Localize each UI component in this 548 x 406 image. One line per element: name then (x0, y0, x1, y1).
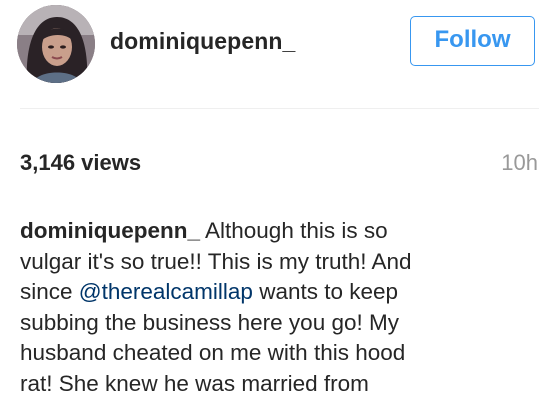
header-divider (20, 108, 539, 109)
caption-line-5: husband cheated on me with this hood (20, 340, 406, 365)
avatar[interactable] (17, 5, 95, 83)
caption-text: wants to keep (252, 279, 399, 304)
caption-text: since (20, 279, 79, 304)
caption-line-3: since @therealcamillap wants to keep (20, 277, 530, 308)
post-timestamp: 10h (501, 150, 538, 175)
follow-button[interactable]: Follow (410, 16, 535, 66)
post-header: dominiquepenn_ Follow (0, 0, 548, 108)
caption-line-1: dominiquepenn_ Although this is so (20, 216, 530, 247)
caption-author-link[interactable]: dominiquepenn_ (20, 218, 200, 243)
caption-text: Although this is so (200, 218, 388, 243)
mention-link[interactable]: @therealcamillap (79, 279, 253, 304)
caption-line-6: rat! She knew he was married from (20, 370, 369, 396)
username-link[interactable]: dominiquepenn_ (110, 28, 295, 55)
caption-line-2: vulgar it's so true!! This is my truth! … (20, 248, 412, 274)
view-count: 3,146 views (20, 150, 142, 175)
post-caption: dominiquepenn_ Although this is so vulga… (20, 216, 530, 399)
caption-line-4: subbing the business here you go! My (20, 309, 399, 335)
avatar-photo (17, 5, 95, 83)
